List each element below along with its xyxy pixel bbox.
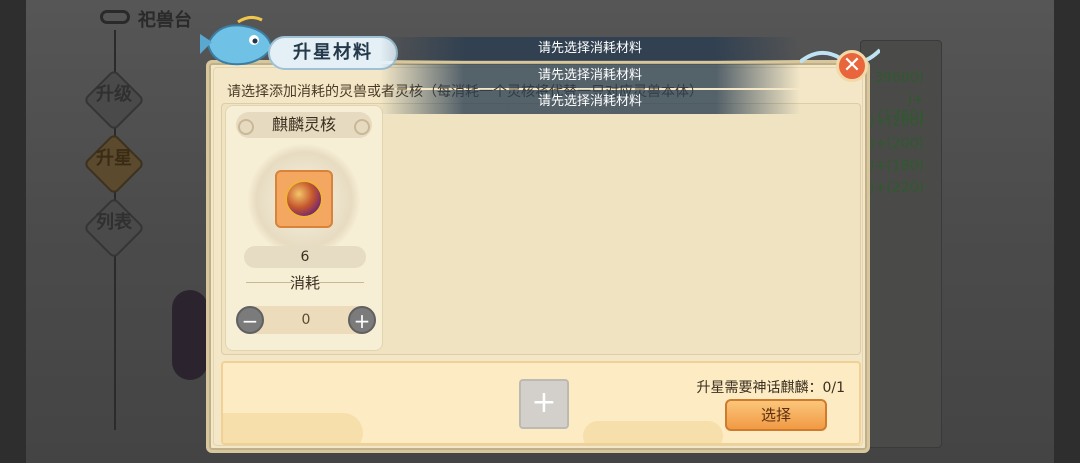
add-material-slot[interactable]: + (519, 379, 569, 429)
close-button[interactable]: ✕ (836, 50, 868, 82)
cloud-decoration (583, 421, 723, 443)
toast-message: 请先选择消耗材料 (380, 37, 800, 61)
selection-footer: + 升星需要神话麒麟：0/1 选择 (221, 361, 861, 445)
plus-button[interactable]: + (348, 306, 376, 334)
background-stat: )+(220) (869, 180, 924, 196)
material-item-slot[interactable] (275, 170, 333, 228)
background-title: 祀兽台 (138, 10, 192, 31)
background-stat: )+(180) (869, 158, 924, 174)
stepper-value: 0 (301, 312, 311, 328)
material-card-title: 麒麟灵核 (236, 112, 372, 138)
divider-line (318, 282, 364, 283)
tab-list-label: 列表 (96, 212, 132, 233)
toast-message: 请先选择消耗材料 (380, 64, 800, 88)
spirit-core-orb-icon (285, 180, 323, 218)
material-card[interactable]: 麒麟灵核 6 消耗 − 0 + (225, 105, 383, 351)
background-stat: 39600) (874, 70, 924, 86)
tab-upgrade-label: 升级 (96, 84, 132, 105)
toast-message: 请先选择消耗材料 (380, 90, 800, 114)
quantity-stepper: − 0 + (236, 306, 376, 334)
star-up-requirement: 升星需要神话麒麟：0/1 (696, 380, 845, 396)
star-up-materials-dialog: 请选择添加消耗的灵兽或者灵核（每消耗一个灵核将代替一只对应灵兽本体） 麒麟灵核 … (206, 60, 870, 453)
background-stat: )+(200) (869, 114, 924, 130)
select-button[interactable]: 选择 (725, 399, 827, 431)
left-edge-decoration (0, 0, 26, 463)
minus-button[interactable]: − (236, 306, 264, 334)
dialog-title: 升星材料 (268, 36, 398, 70)
cloud-decoration (223, 413, 363, 443)
tab-star-up-label: 升星 (96, 148, 132, 169)
background-stat: )+(200) (869, 136, 924, 152)
background-creature (172, 290, 208, 380)
right-edge-decoration (1054, 0, 1080, 463)
back-logo-icon[interactable] (100, 10, 130, 24)
owned-count: 6 (244, 246, 366, 268)
